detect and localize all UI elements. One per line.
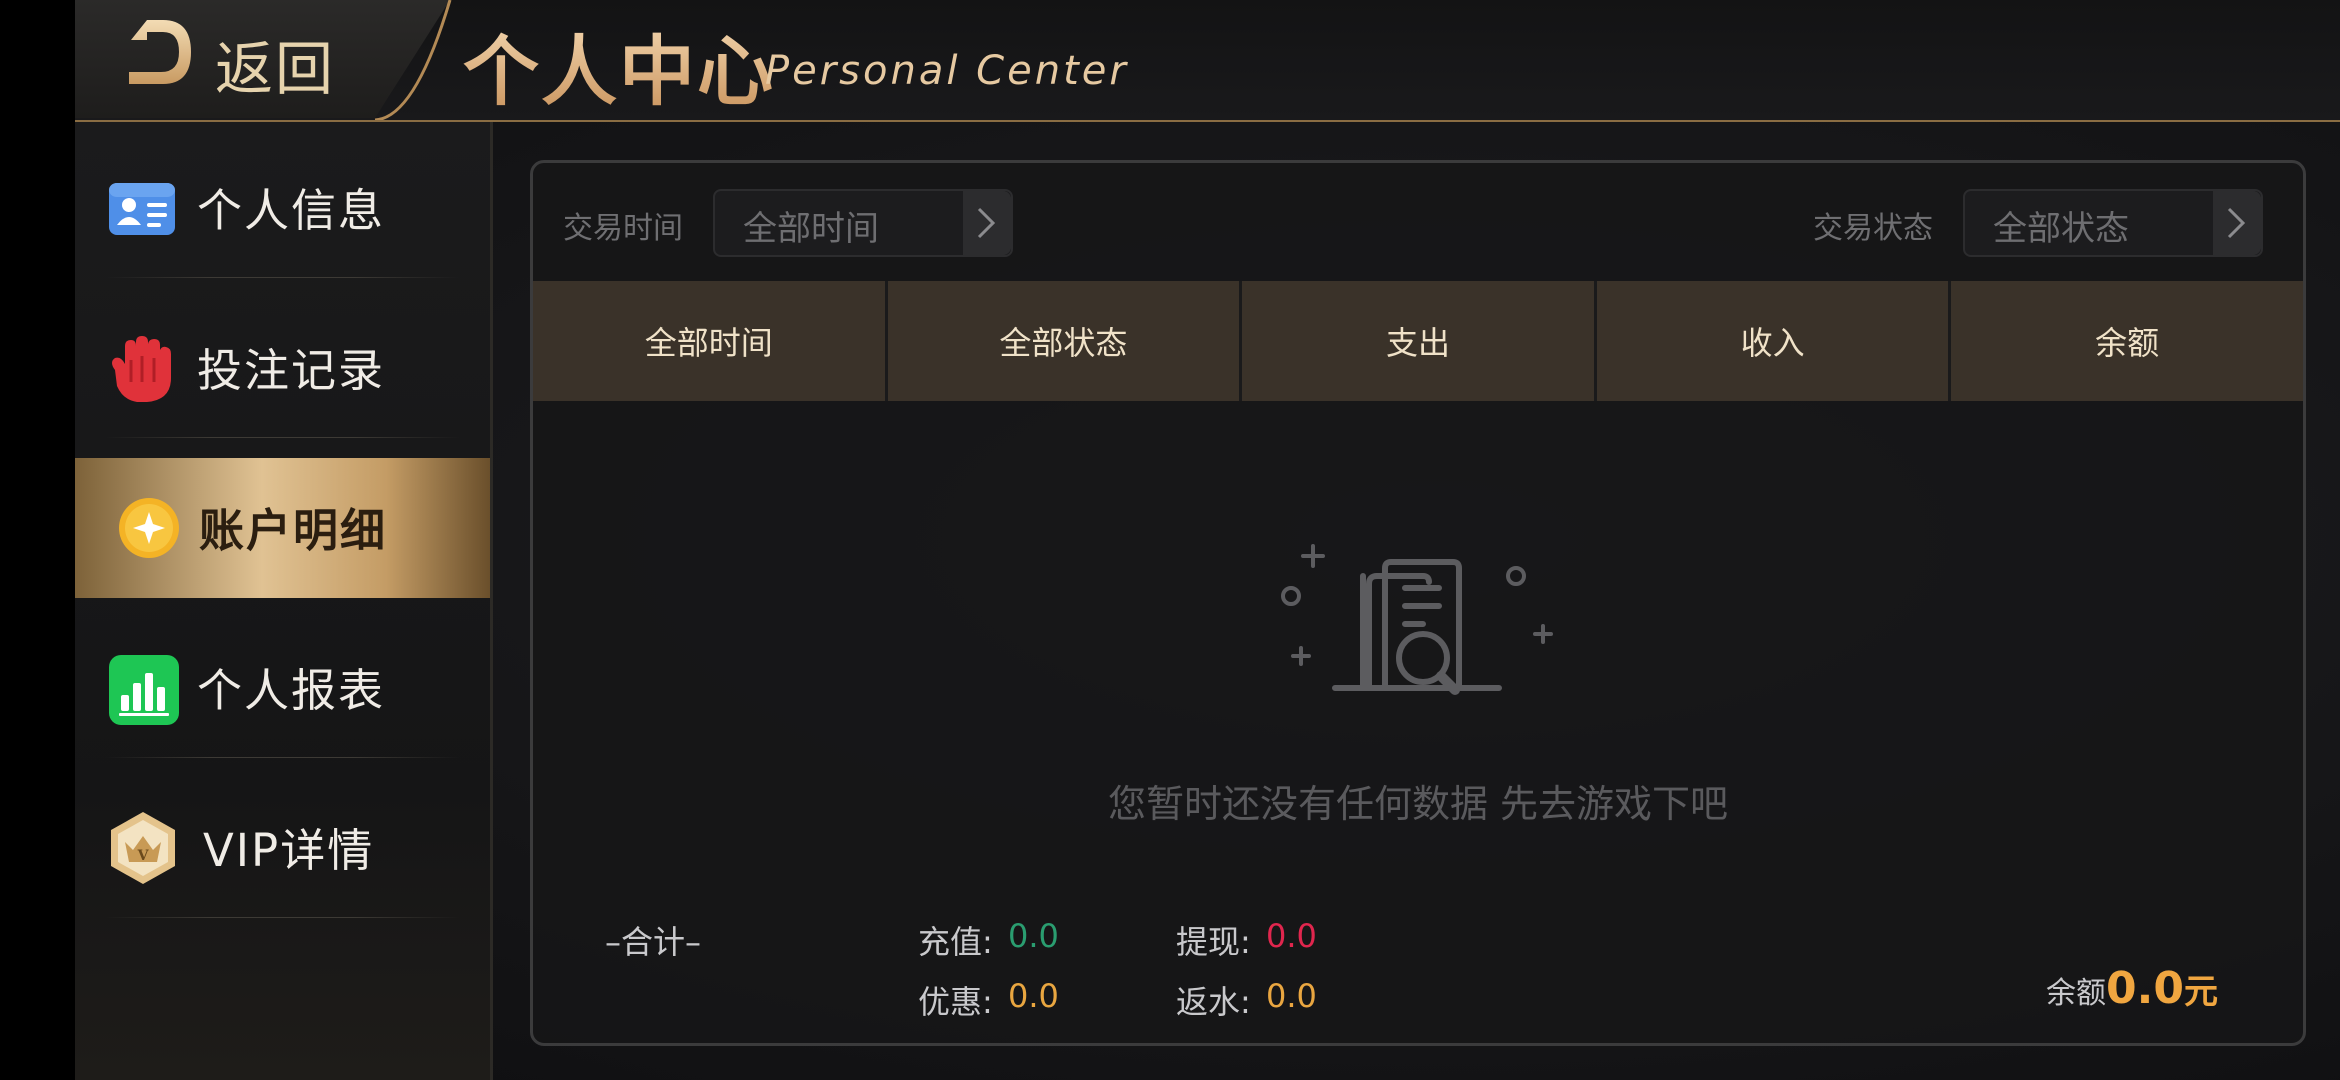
table-header: 全部时间 全部状态 支出 收入 余额 [533,281,2303,401]
empty-state-message: 您暂时还没有任何数据 先去游戏下吧 [1107,782,1729,826]
rebate-label: 返水: [1176,983,1251,1021]
recharge-label: 充值: [918,923,993,961]
column-header-time[interactable]: 全部时间 [533,281,888,401]
divider [105,277,460,278]
balance-summary: 余额0.0元 [2046,963,2218,1014]
discount-value: 0.0 [1008,977,1059,1015]
column-header-expense: 支出 [1242,281,1597,401]
column-header-status[interactable]: 全部状态 [888,281,1243,401]
vip-crown-icon: V [111,812,175,884]
app-window: 返回 个人中心 Personal Center 个人信息 投注记录 账户明细 个… [75,0,2340,1080]
empty-document-search-icon [1281,544,1553,695]
bar-chart-icon [109,655,179,725]
page-title: 个人中心 [463,10,775,120]
back-arrow-icon [129,20,191,84]
column-header-income: 收入 [1597,281,1952,401]
transaction-time-select[interactable]: 全部时间 [713,189,1013,257]
divider [105,757,460,758]
sidebar-item-label: 个人报表 [197,664,386,717]
hand-icon [112,336,171,402]
withdraw-value: 0.0 [1266,917,1317,955]
transaction-status-select[interactable]: 全部状态 [1963,189,2263,257]
column-header-balance: 余额 [2095,324,2160,362]
balance-label: 余额 [2046,976,2107,1011]
chevron-right-icon [963,191,1011,255]
balance-unit: 元 [2184,972,2218,1012]
rebate-value: 0.0 [1266,977,1317,1015]
sidebar-item-label: 个人信息 [197,184,386,237]
back-label: 返回 [215,35,336,103]
chevron-right-icon [2213,191,2261,255]
sidebar-item-bet-records[interactable]: 投注记录 [75,298,490,438]
discount-label: 优惠: [918,983,993,1021]
sidebar-item-personal-info[interactable]: 个人信息 [75,138,490,278]
sidebar-item-label: 投注记录 [197,344,386,397]
sidebar: 个人信息 投注记录 账户明细 个人报表 V VIP详情 [75,122,493,1080]
svg-text:V: V [137,848,150,864]
balance-value: 0.0 [2106,963,2184,1014]
account-details-panel: 交易时间 全部时间 交易状态 全部状态 全部时间 全部状态 支出 收入 余额 您… [530,160,2306,1046]
sidebar-item-personal-report[interactable]: 个人报表 [75,618,490,758]
back-button[interactable]: 返回 [75,0,450,118]
transaction-status-label: 交易状态 [1813,211,1933,246]
transaction-status-value: 全部状态 [1993,209,2129,249]
transaction-time-label: 交易时间 [563,211,683,246]
withdraw-label: 提现: [1176,923,1251,961]
sidebar-item-vip-details[interactable]: V VIP详情 [75,778,490,918]
recharge-value: 0.0 [1008,917,1059,955]
divider [105,917,460,918]
header-bar: 返回 个人中心 Personal Center [75,0,2340,122]
coin-icon [119,498,179,558]
sidebar-item-account-details[interactable]: 账户明细 [75,458,490,598]
sidebar-item-label: 账户明细 [199,504,388,557]
transaction-time-value: 全部时间 [743,209,879,249]
divider [105,437,460,438]
page-subtitle: Personal Center [765,48,1129,94]
id-card-icon [109,183,175,235]
summary-title: –合计– [605,923,702,961]
sidebar-item-label: VIP详情 [203,824,375,877]
filter-bar: 交易时间 全部时间 交易状态 全部状态 [533,163,2303,281]
